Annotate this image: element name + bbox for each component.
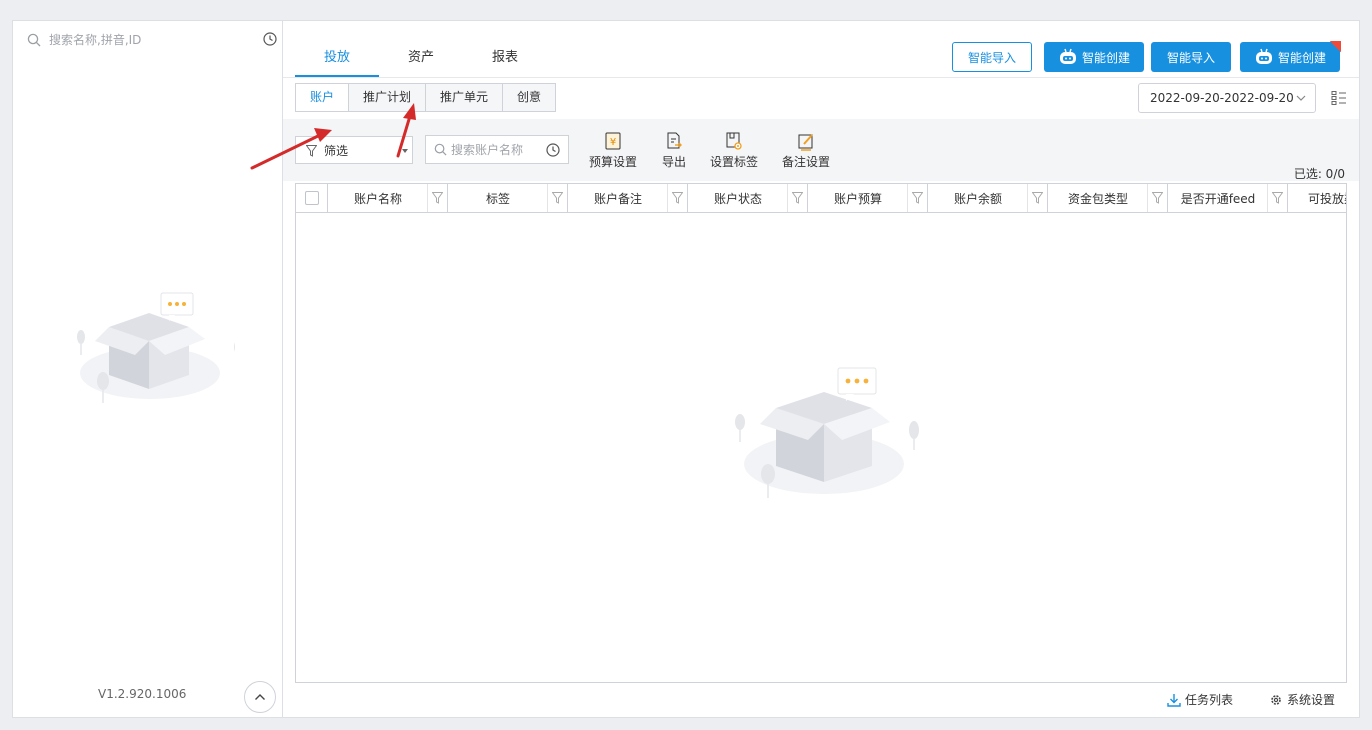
sub-tabs: 账户 推广计划 推广单元 创意 bbox=[295, 83, 557, 112]
select-all-checkbox[interactable] bbox=[304, 191, 319, 205]
sidebar-search-input[interactable] bbox=[49, 33, 239, 47]
column-label: 标签 bbox=[485, 191, 510, 206]
column-account-budget[interactable]: 账户预算 bbox=[808, 184, 928, 212]
sidebar-search[interactable] bbox=[27, 29, 277, 51]
remark-settings-button[interactable]: 备注设置 bbox=[782, 131, 830, 170]
chevron-down-icon bbox=[1296, 95, 1306, 101]
remark-settings-label: 备注设置 bbox=[782, 155, 831, 169]
column-fund-package-type[interactable]: 资金包类型 bbox=[1048, 184, 1168, 212]
export-button[interactable]: 导出 bbox=[662, 131, 686, 170]
selected-count: 已选: 0/0 bbox=[1293, 167, 1345, 181]
funnel-icon bbox=[306, 145, 317, 157]
tab-divider bbox=[283, 77, 1359, 78]
smart-create-label-2: 智能创建 bbox=[1277, 50, 1326, 65]
column-channels[interactable]: 可投放渠道 bbox=[1288, 184, 1346, 212]
history-clock-icon[interactable] bbox=[546, 143, 560, 157]
caret-down-icon bbox=[402, 149, 408, 153]
budget-settings-label: 预算设置 bbox=[589, 155, 638, 169]
export-icon bbox=[667, 132, 682, 149]
column-tag[interactable]: 标签 bbox=[448, 184, 568, 212]
task-list-label: 任务列表 bbox=[1185, 693, 1234, 707]
smart-create-label: 智能创建 bbox=[1081, 50, 1130, 65]
download-icon bbox=[1167, 693, 1181, 707]
column-feed-enabled[interactable]: 是否开通feed bbox=[1168, 184, 1288, 212]
column-filter-icon[interactable] bbox=[907, 184, 927, 212]
column-label: 账户备注 bbox=[593, 191, 642, 206]
edit-note-icon bbox=[798, 134, 813, 151]
tab-assets[interactable]: 资产 bbox=[379, 45, 463, 77]
task-list-button[interactable]: 任务列表 bbox=[1167, 691, 1233, 708]
robot-icon bbox=[1059, 48, 1076, 64]
column-filter-icon[interactable] bbox=[547, 184, 567, 212]
collapse-button[interactable] bbox=[244, 681, 276, 713]
system-settings-label: 系统设置 bbox=[1287, 693, 1336, 707]
smart-import-button-2[interactable]: 智能导入 bbox=[1151, 42, 1231, 72]
column-filter-icon[interactable] bbox=[427, 184, 447, 212]
column-label: 可投放渠道 bbox=[1307, 191, 1346, 206]
column-filter-icon[interactable] bbox=[1147, 184, 1167, 212]
svg-text:¥: ¥ bbox=[610, 137, 616, 148]
column-account-status[interactable]: 账户状态 bbox=[688, 184, 808, 212]
smart-create-button-new[interactable]: 智能创建 bbox=[1240, 42, 1340, 72]
subtab-account[interactable]: 账户 bbox=[296, 84, 350, 111]
column-label: 账户预算 bbox=[833, 191, 882, 206]
date-range-picker[interactable]: 2022-09-20-2022-09-20 bbox=[1138, 83, 1316, 113]
new-badge bbox=[1325, 41, 1341, 57]
smart-import-button[interactable]: 智能导入 bbox=[952, 42, 1032, 72]
subtab-creative[interactable]: 创意 bbox=[503, 84, 556, 111]
column-label: 账户名称 bbox=[353, 191, 402, 206]
app-version: V1.2.920.1006 bbox=[98, 687, 187, 701]
column-label: 资金包类型 bbox=[1067, 191, 1128, 206]
chevron-up-icon bbox=[255, 694, 265, 700]
budget-settings-button[interactable]: ¥ 预算设置 bbox=[589, 131, 637, 170]
column-account-balance[interactable]: 账户余额 bbox=[928, 184, 1048, 212]
column-filter-icon[interactable] bbox=[1027, 184, 1047, 212]
left-sidebar: V1.2.920.1006 bbox=[12, 20, 282, 718]
column-layout-icon[interactable] bbox=[1331, 90, 1347, 106]
column-label: 账户余额 bbox=[953, 191, 1002, 206]
history-clock-icon[interactable] bbox=[263, 32, 277, 46]
column-filter-icon[interactable] bbox=[787, 184, 807, 212]
select-all-cell bbox=[296, 184, 328, 212]
column-label: 账户状态 bbox=[713, 191, 762, 206]
column-account-remark[interactable]: 账户备注 bbox=[568, 184, 688, 212]
empty-box-illustration bbox=[77, 292, 235, 403]
tab-reports[interactable]: 报表 bbox=[463, 45, 547, 77]
main-panel: 投放 资产 报表 智能导入 智能创建 智能导入 智能创建 账户 推广计划 推广单… bbox=[282, 20, 1360, 718]
empty-box-illustration bbox=[735, 367, 919, 498]
budget-icon: ¥ bbox=[605, 132, 621, 150]
export-label: 导出 bbox=[662, 155, 687, 169]
column-filter-icon[interactable] bbox=[667, 184, 687, 212]
accounts-table: 账户名称 标签 账户备注 账户状态 账户预算 账户余额 资金包类型 是否开通fe… bbox=[295, 183, 1347, 683]
account-search-input[interactable] bbox=[451, 142, 545, 157]
smart-import-label: 智能导入 bbox=[967, 50, 1016, 65]
smart-import-label-2: 智能导入 bbox=[1166, 50, 1215, 65]
subtab-adgroup[interactable]: 推广单元 bbox=[426, 84, 504, 111]
subtab-campaign[interactable]: 推广计划 bbox=[349, 84, 427, 111]
system-settings-button[interactable]: 系统设置 bbox=[1269, 691, 1335, 708]
robot-icon bbox=[1255, 48, 1272, 64]
tab-delivery[interactable]: 投放 bbox=[295, 45, 379, 77]
search-icon bbox=[434, 143, 447, 156]
set-tags-button[interactable]: 设置标签 bbox=[710, 131, 758, 170]
filter-select[interactable]: 筛选 bbox=[295, 136, 413, 164]
search-icon bbox=[27, 33, 41, 47]
set-tags-label: 设置标签 bbox=[710, 155, 759, 169]
table-header: 账户名称 标签 账户备注 账户状态 账户预算 账户余额 资金包类型 是否开通fe… bbox=[296, 184, 1346, 213]
toolbar: 筛选 ¥ 预算设置 导出 设置标签 备注设置 bbox=[283, 119, 1359, 181]
filter-value: 筛选 bbox=[324, 143, 349, 158]
column-account-name[interactable]: 账户名称 bbox=[328, 184, 448, 212]
top-tabs: 投放 资产 报表 bbox=[295, 45, 547, 77]
column-label: 是否开通feed bbox=[1180, 191, 1256, 206]
gear-icon bbox=[1271, 694, 1281, 705]
column-filter-icon[interactable] bbox=[1267, 184, 1287, 212]
smart-create-button[interactable]: 智能创建 bbox=[1044, 42, 1144, 72]
date-range-value: 2022-09-20-2022-09-20 bbox=[1150, 91, 1294, 105]
account-search[interactable] bbox=[425, 135, 569, 164]
tag-settings-icon bbox=[726, 132, 742, 150]
